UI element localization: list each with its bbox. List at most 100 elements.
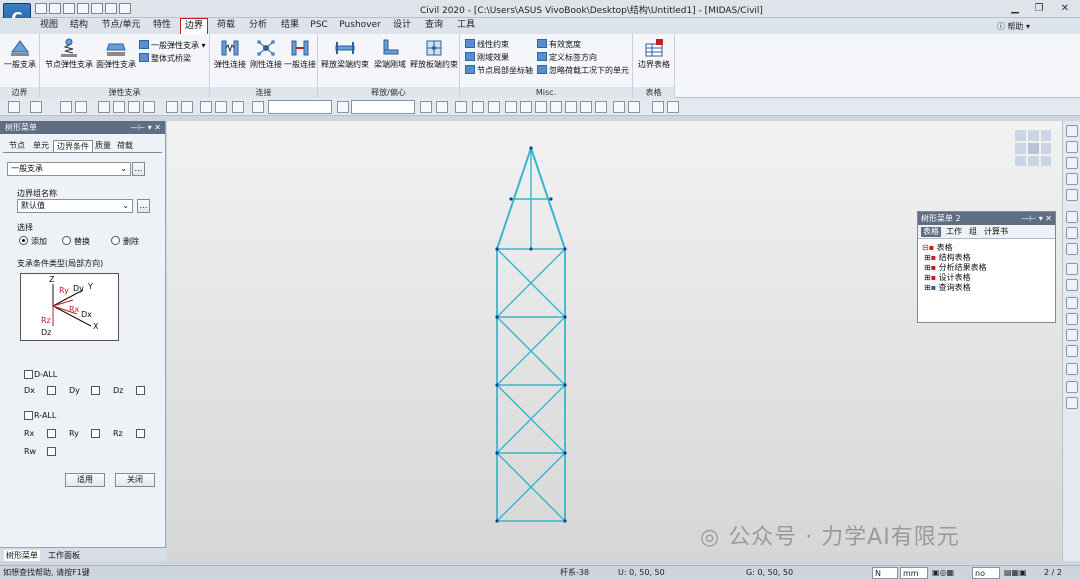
linear-constraint-button[interactable]: 线性约束	[465, 39, 509, 50]
model-view[interactable]	[167, 121, 1062, 561]
side-view-icon[interactable]	[535, 101, 547, 113]
truss-node[interactable]	[563, 383, 567, 387]
zoom-fit-icon[interactable]	[580, 101, 592, 113]
tab-node[interactable]: 节点	[6, 140, 28, 152]
apply-button[interactable]: 适用	[65, 473, 105, 487]
zoom-icon[interactable]	[166, 101, 178, 113]
tab-element[interactable]: 单元	[30, 140, 52, 152]
minimize-icon[interactable]: ▁	[1006, 2, 1024, 16]
element-number-icon[interactable]	[628, 101, 640, 113]
truss-node[interactable]	[549, 197, 553, 201]
front-view-icon[interactable]	[505, 101, 517, 113]
tab-view[interactable]: 视图	[36, 18, 62, 34]
close-icon[interactable]: ✕	[1056, 2, 1074, 16]
right-view-icon[interactable]	[1066, 313, 1078, 325]
tab-structure[interactable]: 结构	[66, 18, 92, 34]
new-file-icon[interactable]	[35, 3, 47, 14]
tree-root-table[interactable]: ⊟▪ 表格	[922, 243, 953, 253]
tab-work[interactable]: 工作	[946, 227, 962, 237]
rx-checkbox[interactable]	[47, 429, 56, 438]
open-file-icon[interactable]	[49, 3, 61, 14]
general-support-button[interactable]: 一般支承	[2, 38, 38, 69]
rotate-icon[interactable]	[1066, 227, 1078, 239]
tab-boundary-condition[interactable]: 边界条件	[53, 140, 93, 152]
undo-icon[interactable]	[105, 3, 117, 14]
node-local-axis-button[interactable]: 节点局部坐标轴	[465, 65, 533, 76]
save-file-icon[interactable]	[63, 3, 75, 14]
previous-select-icon[interactable]	[128, 101, 140, 113]
truss-node[interactable]	[495, 451, 499, 455]
boundary-table-button[interactable]: 边界表格	[635, 38, 673, 69]
truss-node[interactable]	[529, 146, 533, 150]
tab-design[interactable]: 设计	[388, 18, 416, 34]
length-unit-select[interactable]: mm	[900, 567, 928, 579]
surface-elastic-support-button[interactable]: 面弹性支承	[96, 38, 136, 69]
function-select[interactable]: 一般支承 ⌄	[7, 162, 131, 176]
integral-bridge-button[interactable]: 整体式桥梁	[139, 53, 191, 64]
snap-element-icon[interactable]	[215, 101, 227, 113]
group-dropdown[interactable]	[268, 100, 332, 114]
tree-item-structure-table[interactable]: ⊞▪ 结构表格	[924, 253, 971, 263]
node-elastic-support-button[interactable]: 节点弹性支承	[44, 38, 94, 69]
beam-end-release-button[interactable]: 释放梁端约束	[321, 38, 369, 69]
plate-end-release-button[interactable]: 释放板端约束	[410, 38, 458, 69]
print-icon[interactable]	[91, 3, 103, 14]
top-view-icon[interactable]	[1066, 279, 1078, 291]
tree-item-design-table[interactable]: ⊞▪ 设计表格	[924, 273, 971, 283]
tab-node-element[interactable]: 节点/单元	[99, 18, 143, 34]
effective-width-button[interactable]: 有效宽度	[537, 39, 581, 50]
save-all-icon[interactable]	[77, 3, 89, 14]
zoom-in-icon[interactable]	[1066, 141, 1078, 153]
snap-node-icon[interactable]	[200, 101, 212, 113]
ignore-element-button[interactable]: 忽略荷载工况下的单元	[537, 65, 629, 76]
dynamic-view-icon[interactable]	[1066, 243, 1078, 255]
node-number-icon[interactable]	[613, 101, 625, 113]
pin-icon[interactable]: —⊢ ▾ ✕	[130, 121, 161, 134]
tab-psc[interactable]: PSC	[308, 18, 330, 34]
d-all-checkbox[interactable]	[24, 370, 33, 379]
page-indicator[interactable]: 2 / 2	[1044, 567, 1078, 579]
dx-checkbox[interactable]	[47, 386, 56, 395]
function-more-button[interactable]: …	[132, 162, 145, 176]
top-view-icon[interactable]	[520, 101, 532, 113]
zoom-search-icon[interactable]	[1066, 211, 1078, 223]
general-elastic-support-button[interactable]: 一般弹性支承 ▾	[139, 40, 206, 51]
tab-tools[interactable]: 工具	[452, 18, 480, 34]
tab-results[interactable]: 结果	[276, 18, 304, 34]
shrink-icon[interactable]	[472, 101, 484, 113]
pan-icon[interactable]	[1066, 189, 1078, 201]
snap-toggle-icons[interactable]: ▣◎▦	[932, 567, 968, 579]
truss-tower-model[interactable]	[167, 121, 1062, 561]
force-unit-select[interactable]: N	[872, 567, 898, 579]
select-mode-icon[interactable]	[8, 101, 20, 113]
truss-node[interactable]	[563, 247, 567, 251]
view-toggle-icons[interactable]: ▤▦▣	[1004, 567, 1040, 579]
rw-checkbox[interactable]	[47, 447, 56, 456]
truss-node[interactable]	[495, 519, 499, 523]
group-name-select[interactable]: 默认值 ⌄	[17, 199, 133, 213]
filter-select[interactable]: no	[972, 567, 1000, 579]
left-view-icon[interactable]	[1066, 329, 1078, 341]
truss-node[interactable]	[563, 315, 567, 319]
tab-tree-menu[interactable]: 树形菜单	[4, 550, 40, 561]
display-node-icon[interactable]	[420, 101, 432, 113]
maximize-icon[interactable]: ❐	[1030, 2, 1048, 16]
rz-checkbox[interactable]	[136, 429, 145, 438]
tab-mass[interactable]: 质量	[92, 140, 114, 152]
pan-icon[interactable]	[181, 101, 193, 113]
filter-icon[interactable]	[337, 101, 349, 113]
elastic-link-button[interactable]: 弹性连接	[212, 38, 248, 69]
truss-node[interactable]	[529, 247, 533, 251]
tab-analysis[interactable]: 分析	[244, 18, 272, 34]
truss-node[interactable]	[563, 451, 567, 455]
bottom-view-icon[interactable]	[1066, 345, 1078, 357]
zoom-out-icon[interactable]	[1066, 157, 1078, 169]
arrow-icon[interactable]	[30, 101, 42, 113]
delete-radio[interactable]	[111, 236, 120, 245]
group-more-button[interactable]: …	[137, 199, 150, 213]
select-window-icon[interactable]	[60, 101, 72, 113]
general-link-button[interactable]: 一般连接	[282, 38, 318, 69]
redraw-icon[interactable]	[595, 101, 607, 113]
rigid-effect-button[interactable]: 刚域效果	[465, 52, 509, 63]
front-view-icon[interactable]	[1066, 297, 1078, 309]
